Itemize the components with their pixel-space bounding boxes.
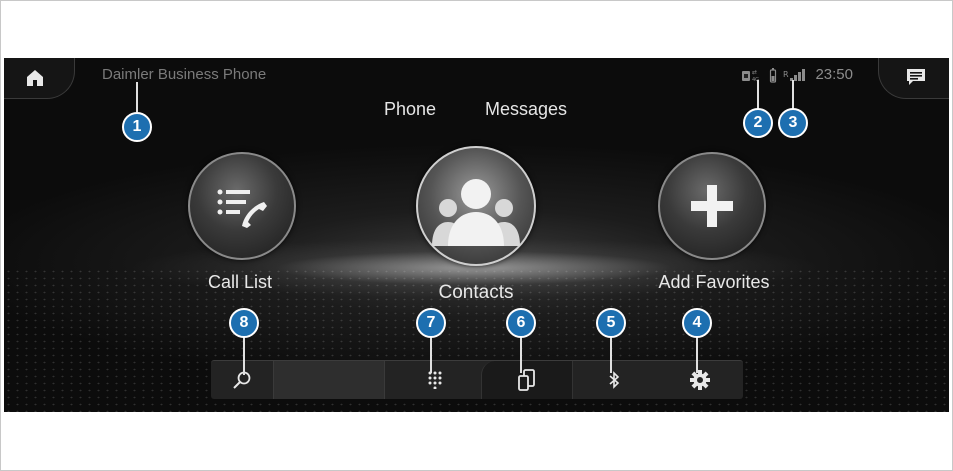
message-icon	[907, 69, 925, 85]
plus-icon	[691, 185, 733, 227]
callout-4: 4	[682, 308, 712, 338]
tab-phone[interactable]: Phone	[384, 99, 436, 120]
home-button[interactable]	[4, 58, 75, 99]
messages-button[interactable]	[878, 58, 949, 99]
clock: 23:50	[815, 66, 853, 83]
search-button[interactable]	[211, 361, 273, 399]
call-list-label: Call List	[207, 272, 273, 292]
callout-1: 1	[122, 112, 152, 142]
top-bar: Daimler Business Phone ⇄ 4G R 23:50	[4, 58, 949, 99]
svg-text:R: R	[783, 70, 789, 79]
callout-leader-8	[243, 335, 245, 375]
signal-strength-icon: R	[783, 68, 806, 81]
devices-button[interactable]	[481, 361, 573, 399]
search-icon	[233, 371, 251, 389]
callout-leader-3	[792, 80, 794, 110]
callout-5: 5	[596, 308, 626, 338]
keypad-icon	[428, 371, 442, 389]
callout-2: 2	[743, 108, 773, 138]
call-list-icon	[217, 189, 267, 228]
svg-text:⇄: ⇄	[752, 69, 757, 76]
tab-messages[interactable]: Messages	[485, 99, 567, 120]
search-field[interactable]	[273, 361, 385, 399]
sim-card-icon: ⇄ 4G	[742, 69, 760, 83]
phone-screen: Daimler Business Phone ⇄ 4G R 23:50 Phon…	[4, 58, 949, 412]
callout-leader-1	[136, 82, 138, 112]
callout-leader-5	[610, 335, 612, 373]
bluetooth-button[interactable]	[571, 361, 657, 399]
app-title: Daimler Business Phone	[102, 66, 267, 83]
battery-icon	[770, 67, 777, 83]
callout-leader-4	[696, 335, 698, 373]
add-favorites-label: Add Favorites	[658, 272, 770, 292]
callout-6: 6	[506, 308, 536, 338]
home-icon	[27, 70, 43, 86]
call-list-button[interactable]	[188, 152, 296, 260]
settings-button[interactable]	[657, 361, 743, 399]
contacts-button[interactable]	[416, 146, 536, 266]
add-favorites-button[interactable]	[658, 152, 766, 260]
callout-leader-2	[757, 80, 759, 110]
settings-gear-icon	[690, 370, 710, 390]
bottom-toolbar	[211, 360, 743, 399]
contacts-icon	[432, 179, 520, 246]
contacts-label: Contacts	[438, 282, 514, 303]
callout-7: 7	[416, 308, 446, 338]
callout-3: 3	[778, 108, 808, 138]
callout-leader-7	[430, 335, 432, 373]
bluetooth-icon	[609, 371, 620, 389]
callout-8: 8	[229, 308, 259, 338]
callout-leader-6	[520, 335, 522, 373]
keypad-button[interactable]	[399, 361, 471, 399]
